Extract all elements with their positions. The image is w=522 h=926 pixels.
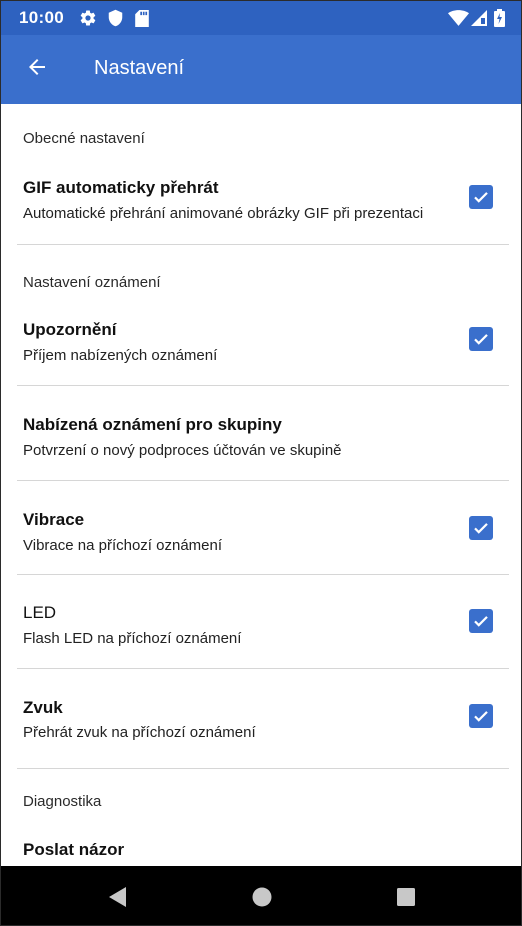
setting-title: Vibrace	[23, 510, 85, 529]
setting-row-feedback[interactable]: Poslat názor	[17, 826, 509, 866]
setting-row-led[interactable]: LED Flash LED na příchozí oznámení	[17, 575, 509, 668]
setting-title: Zvuk	[23, 698, 63, 717]
phone-screen: 10:00 Nastavení Obecné nastavení GIF aut…	[0, 0, 522, 926]
home-circle-icon	[252, 887, 272, 907]
setting-row-alerts[interactable]: Upozornění Příjem nabízených oznámení	[17, 308, 509, 384]
nav-recents-button[interactable]	[393, 884, 419, 910]
led-checkbox[interactable]	[469, 609, 493, 633]
setting-title: Poslat názor	[23, 840, 125, 859]
signal-icon	[471, 9, 487, 27]
wifi-icon	[447, 9, 469, 27]
navigation-bar	[1, 866, 521, 925]
setting-row-sound[interactable]: Zvuk Přehrát zvuk na příchozí oznámení	[17, 669, 509, 762]
checkmark-icon	[474, 616, 488, 627]
checkmark-icon	[474, 523, 488, 534]
setting-subtitle: Vibrace na příchozí oznámení	[23, 537, 223, 554]
nav-back-button[interactable]	[105, 884, 131, 910]
sd-card-icon	[135, 9, 149, 27]
status-time: 10:00	[19, 8, 64, 27]
vibration-checkbox[interactable]	[469, 516, 493, 540]
alerts-checkbox[interactable]	[469, 327, 493, 351]
setting-subtitle: Potvrzení o nový podproces účtován ve sk…	[23, 442, 342, 459]
setting-row-vibration[interactable]: Vibrace Vibrace na příchozí oznámení	[17, 481, 509, 574]
status-bar: 10:00	[1, 1, 521, 35]
setting-subtitle: Přehrát zvuk na příchozí oznámení	[23, 724, 256, 741]
setting-title: Upozornění	[23, 320, 117, 339]
nav-home-button[interactable]	[249, 884, 275, 910]
setting-title: GIF automaticky přehrát	[23, 178, 219, 197]
setting-row-gif-autoplay[interactable]: GIF automaticky přehrát Automatické přeh…	[17, 166, 509, 242]
gif-autoplay-checkbox[interactable]	[469, 185, 493, 209]
setting-subtitle: Flash LED na příchozí oznámení	[23, 630, 242, 647]
setting-row-group-push[interactable]: Nabízená oznámení pro skupiny Potvrzení …	[17, 386, 509, 480]
back-button[interactable]	[15, 47, 59, 91]
shield-icon	[107, 9, 123, 27]
settings-list[interactable]: Obecné nastavení GIF automaticky přehrát…	[1, 104, 521, 866]
setting-title: LED	[23, 603, 57, 622]
section-divider	[17, 768, 509, 769]
section-header-general: Obecné nastavení	[23, 130, 145, 147]
battery-icon	[493, 9, 505, 27]
setting-subtitle: Příjem nabízených oznámení	[23, 347, 218, 364]
sound-checkbox[interactable]	[469, 704, 493, 728]
arrow-left-icon	[25, 55, 49, 84]
back-triangle-icon	[109, 887, 126, 907]
checkmark-icon	[474, 334, 488, 345]
page-title: Nastavení	[94, 57, 185, 79]
checkmark-icon	[474, 192, 488, 203]
gear-icon	[79, 9, 97, 27]
app-bar: Nastavení	[1, 35, 521, 104]
section-header-notifications: Nastavení oznámení	[23, 274, 161, 291]
setting-title: Nabízená oznámení pro skupiny	[23, 415, 282, 434]
setting-subtitle: Automatické přehrání animované obrázky G…	[23, 205, 424, 222]
recents-square-icon	[397, 888, 415, 906]
section-header-diagnostics: Diagnostika	[23, 793, 102, 810]
checkmark-icon	[474, 711, 488, 722]
section-divider	[17, 244, 509, 245]
